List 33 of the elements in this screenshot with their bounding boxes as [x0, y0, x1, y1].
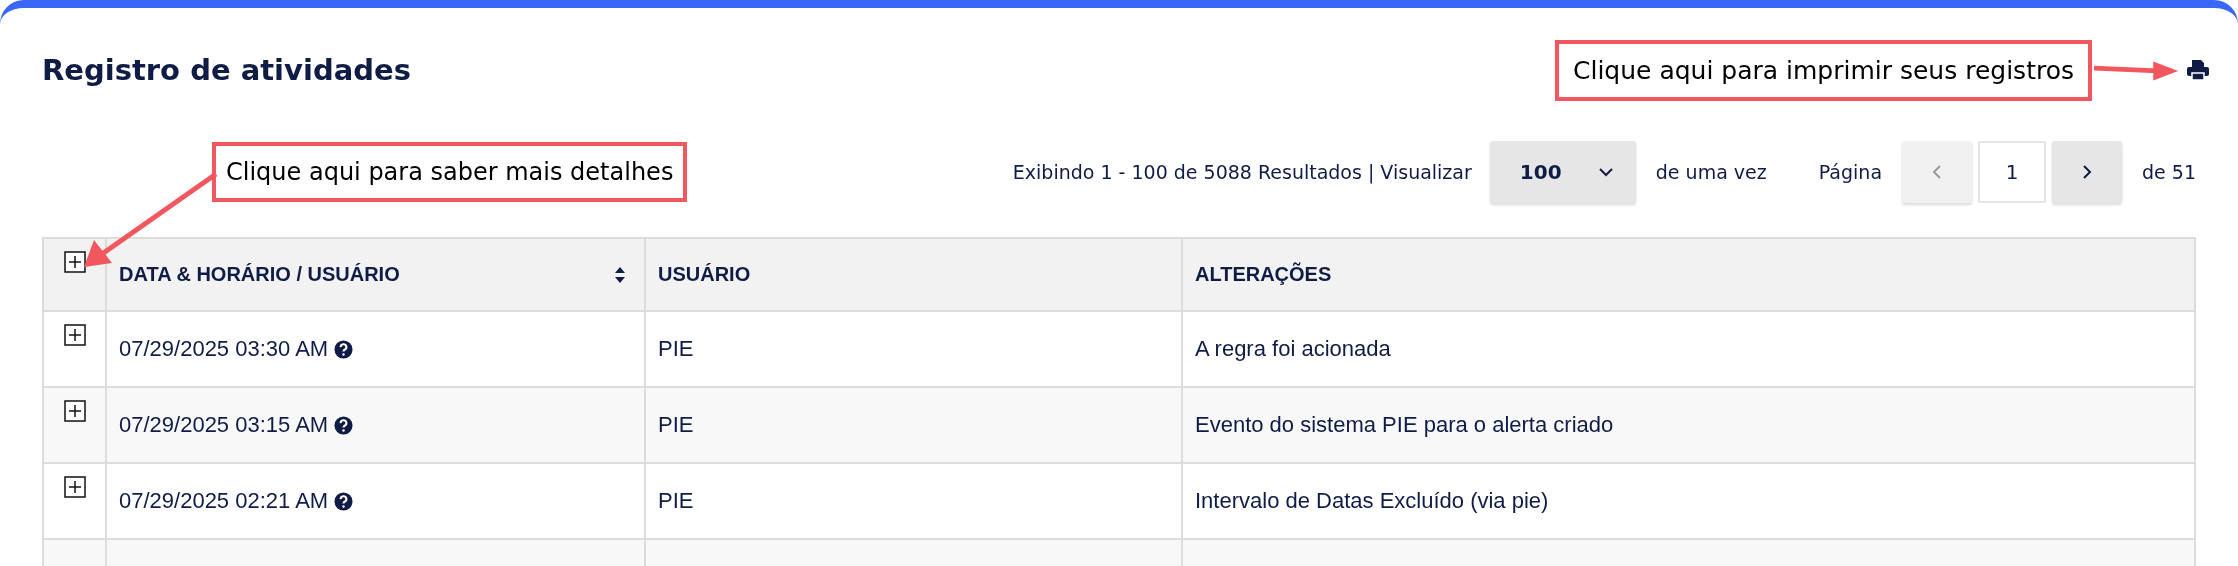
printer-icon[interactable] [2186, 59, 2210, 81]
results-summary: Exibindo 1 - 100 de 5088 Resultados | Visualizar [1012, 161, 1472, 183]
table-cell: 07/29/2025 02:21 AM [119, 488, 329, 514]
sort-icon[interactable] [614, 265, 626, 284]
help-icon[interactable] [334, 339, 354, 359]
expand-icon[interactable] [63, 476, 86, 498]
page-size-suffix: de uma vez [1655, 161, 1767, 183]
table-cell: PIE [658, 488, 694, 514]
callout-label: Clique aqui para imprimir seus registros [1555, 39, 2092, 101]
table-cell: PIE [658, 412, 694, 438]
column-header: ALTERAÇÕES [1181, 239, 2194, 310]
table-cell: PIE [658, 336, 694, 362]
column-header[interactable]: DATA & HORÁRIO / USUÁRIO [105, 239, 644, 310]
chevron-right-icon [2082, 164, 2093, 180]
page-input[interactable]: 1 [1978, 141, 2047, 203]
table-cell: 07/29/2025 03:30 AM [119, 336, 329, 362]
expand-icon[interactable] [63, 251, 86, 273]
table-cell: A regra foi acionada [1195, 336, 1391, 362]
page-size-select[interactable]: 100 [1489, 141, 1636, 203]
expand-icon[interactable] [63, 400, 86, 422]
help-icon[interactable] [334, 491, 354, 511]
callout-label: Clique aqui para saber mais detalhes [212, 142, 688, 202]
page-title: Registro de atividades [42, 53, 411, 87]
chevron-down-icon [1597, 167, 1614, 177]
column-header: USUÁRIO [644, 239, 1181, 310]
table-cell: Evento do sistema PIE para o alerta criado [1195, 412, 1614, 438]
page-total: de 51 [2142, 161, 2196, 183]
expand-icon[interactable] [63, 324, 86, 346]
help-icon[interactable] [334, 415, 354, 435]
chevron-left-icon [1932, 164, 1943, 180]
table-cell: 07/29/2025 03:15 AM [119, 412, 329, 438]
page-label: Página [1818, 161, 1883, 183]
table-cell: Intervalo de Datas Excluído (via pie) [1195, 488, 1549, 514]
